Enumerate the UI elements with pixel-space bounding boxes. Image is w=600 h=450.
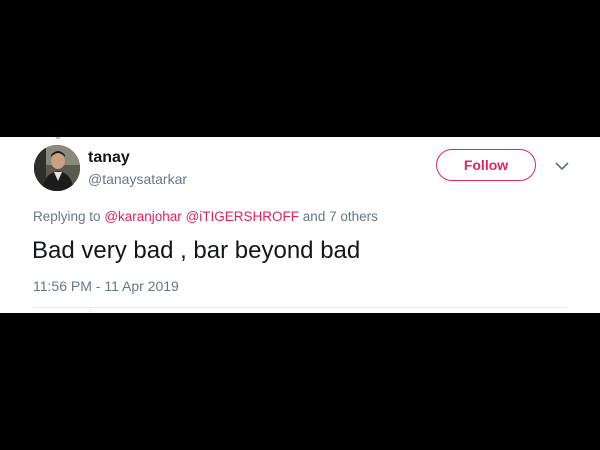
mention-link[interactable]: @iTIGERSHROFF [186, 209, 299, 224]
tweet-card: tanay @tanaysatarkar Follow Replying to … [0, 137, 600, 313]
user-handle[interactable]: @tanaysatarkar [88, 171, 187, 187]
follow-button[interactable]: Follow [436, 149, 536, 181]
replying-prefix: Replying to [33, 209, 101, 224]
screenshot-frame: tanay @tanaysatarkar Follow Replying to … [0, 0, 600, 450]
chevron-down-icon[interactable] [553, 159, 571, 173]
replying-to-line: Replying to @karanjohar @iTIGERSHROFF an… [33, 209, 378, 225]
display-name[interactable]: tanay [88, 149, 130, 167]
mention-link[interactable]: @karanjohar [104, 209, 182, 224]
tweet-timestamp[interactable]: 11:56 PM - 11 Apr 2019 [33, 278, 179, 294]
card-accent-mark [56, 137, 60, 139]
divider [33, 307, 567, 308]
replying-suffix[interactable]: and 7 others [303, 209, 378, 224]
avatar-photo-icon [34, 145, 80, 191]
avatar[interactable] [34, 145, 80, 191]
tweet-text: Bad very bad , bar beyond bad [32, 237, 361, 264]
divider-tick [90, 307, 91, 313]
